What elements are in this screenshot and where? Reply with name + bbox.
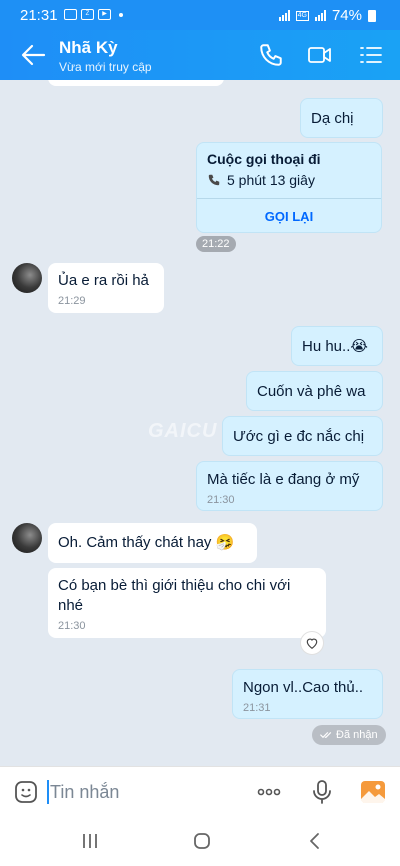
message-bubble-sent[interactable]: Ước gì e đc nắc chị xyxy=(222,416,383,456)
battery-percent: 74% xyxy=(331,7,362,24)
received-status-badge: Đã nhận xyxy=(312,725,386,745)
message-text: Có bạn bè thì giới thiệu cho chi với nhé xyxy=(58,577,291,614)
text-caret xyxy=(47,780,49,804)
status-time: 21:31 xyxy=(20,7,58,24)
more-notifications-dot xyxy=(119,12,123,17)
recent-apps-icon[interactable] xyxy=(80,831,100,851)
message-text: Oh. Cảm thấy chát hay 🤧 xyxy=(58,534,235,551)
chat-area[interactable]: Dạ chị Cuộc gọi thoại đi 5 phút 13 giây … xyxy=(0,80,400,766)
message-text: Ngon vl..Cao thủ.. xyxy=(243,679,364,696)
watermark: GAICU xyxy=(148,420,218,442)
message-bubble-sent[interactable]: Cuốn và phê wa xyxy=(246,371,383,411)
message-text: Ước gì e đc nắc chị xyxy=(233,428,365,445)
status-right: 4G 74% xyxy=(278,7,376,24)
message-bubble-received[interactable]: Oh. Cảm thấy chát hay 🤧 xyxy=(48,523,257,563)
system-navigation-bar xyxy=(0,816,400,866)
call-time-badge: 21:22 xyxy=(196,236,236,252)
call-title: Cuộc gọi thoại đi xyxy=(207,151,321,167)
contact-status: Vừa mới truy cập xyxy=(59,60,152,74)
message-text: Ủa e ra rồi hả xyxy=(58,272,149,289)
message-input-bar xyxy=(0,766,400,816)
message-input[interactable] xyxy=(50,777,230,807)
zalo-notification-icon: Z xyxy=(81,9,94,20)
video-call-icon[interactable] xyxy=(307,42,333,68)
react-heart-button[interactable] xyxy=(300,631,324,655)
call-duration-row: 5 phút 13 giây xyxy=(207,172,315,188)
cell-signal-icon xyxy=(314,10,326,21)
call-back-button[interactable]: GỌI LẠI xyxy=(197,199,381,232)
battery-icon xyxy=(368,9,376,22)
sticker-emoji-icon[interactable] xyxy=(14,780,38,804)
message-text: Cuốn và phê wa xyxy=(257,383,366,400)
message-time: 21:30 xyxy=(207,494,235,506)
call-duration: 5 phút 13 giây xyxy=(227,172,315,188)
received-status-text: Đã nhận xyxy=(336,729,378,741)
notification-icons: Z ▶ xyxy=(64,9,123,20)
message-time: 21:30 xyxy=(58,620,86,632)
message-time: 21:31 xyxy=(243,702,271,714)
message-text: Dạ chị xyxy=(311,110,354,127)
microphone-icon[interactable] xyxy=(309,779,335,805)
contact-name[interactable]: Nhã Kỳ xyxy=(59,38,118,58)
network-type: 4G xyxy=(295,10,309,21)
menu-list-icon[interactable] xyxy=(358,42,384,68)
status-bar: 21:31 Z ▶ 4G 74% xyxy=(0,0,400,30)
message-bubble-sent[interactable]: Ngon vl..Cao thủ.. 21:31 xyxy=(232,669,383,719)
more-options-icon[interactable] xyxy=(256,779,282,805)
message-bubble-sent[interactable]: Hu hu..😭 xyxy=(291,326,383,366)
message-bubble-received[interactable]: Có bạn bè thì giới thiệu cho chi với nhé… xyxy=(48,568,326,638)
message-bubble-sent[interactable]: Dạ chị xyxy=(300,98,383,138)
previous-message-bubble xyxy=(48,80,224,86)
image-gallery-icon[interactable] xyxy=(360,779,386,805)
message-bubble-sent[interactable]: Mà tiếc là e đang ở mỹ 21:30 xyxy=(196,461,383,511)
contact-avatar[interactable] xyxy=(12,263,42,293)
heart-icon xyxy=(306,638,318,649)
message-time: 21:29 xyxy=(58,295,86,307)
phone-call-icon[interactable] xyxy=(258,42,284,68)
message-text: Mà tiếc là e đang ở mỹ xyxy=(207,471,360,488)
home-icon[interactable] xyxy=(192,831,212,851)
back-nav-icon[interactable] xyxy=(305,831,325,851)
chat-header: Nhã Kỳ Vừa mới truy cập xyxy=(0,30,400,80)
double-check-icon xyxy=(320,732,332,739)
message-text: Hu hu..😭 xyxy=(302,338,368,355)
back-arrow-icon[interactable] xyxy=(20,43,46,67)
message-bubble-received[interactable]: Ủa e ra rồi hả 21:29 xyxy=(48,263,164,313)
gallery-notification-icon xyxy=(64,9,77,20)
video-notification-icon: ▶ xyxy=(98,9,111,20)
contact-avatar[interactable] xyxy=(12,523,42,553)
call-log-card: Cuộc gọi thoại đi 5 phút 13 giây GỌI LẠI xyxy=(196,142,382,233)
wifi-signal-icon xyxy=(278,10,290,21)
outgoing-call-icon xyxy=(208,174,220,186)
